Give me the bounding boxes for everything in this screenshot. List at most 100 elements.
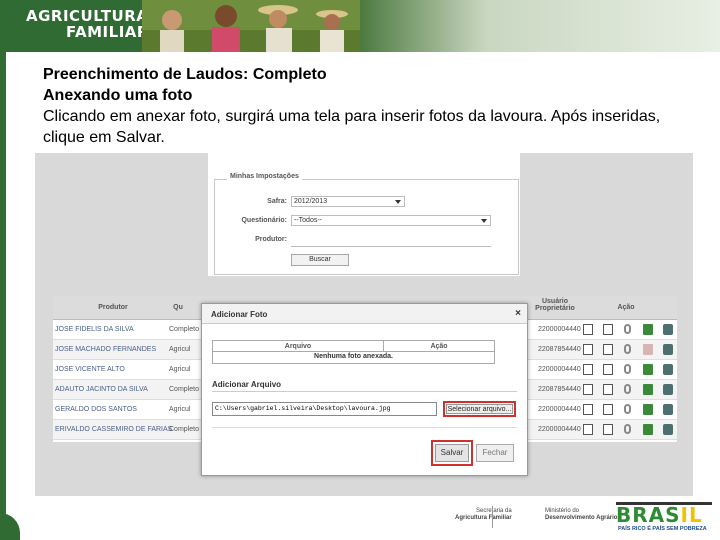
row-questionario: Agricul <box>169 406 191 413</box>
header-acao: Ação <box>617 304 635 311</box>
brasil-tagline: PAÍS RICO É PAÍS SEM POBREZA <box>618 526 707 532</box>
row-usuario: 22087854440 <box>538 386 581 393</box>
bag-icon[interactable] <box>663 384 673 395</box>
slide-body: Clicando em anexar foto, surgirá uma tel… <box>43 108 661 146</box>
corner-tab <box>0 513 20 540</box>
save-button-highlight: Salvar <box>431 440 473 466</box>
ministerio-line-2: Desenvolvimento Agrário <box>545 515 618 521</box>
safra-label: Safra: <box>267 198 287 205</box>
slide-subtitle: Anexando uma foto <box>43 87 193 104</box>
select-file-button-highlight: Selecionar arquivo... <box>443 401 516 417</box>
brasil-word-b: IL <box>680 503 703 527</box>
chevron-down-icon <box>481 219 487 223</box>
row-usuario: 22000004440 <box>538 366 581 373</box>
attach-icon[interactable] <box>624 404 631 414</box>
edit-icon[interactable] <box>603 424 613 435</box>
row-questionario: Completo <box>169 426 199 433</box>
file-path-input[interactable]: C:\Users\gabriel.silveira\Desktop\lavour… <box>212 402 437 416</box>
chevron-down-icon <box>395 200 401 204</box>
select-file-button[interactable]: Selecionar arquivo... <box>446 404 513 414</box>
questionario-select[interactable]: --Todos-- <box>291 215 491 226</box>
buscar-button[interactable]: Buscar <box>291 254 349 266</box>
bag-icon[interactable] <box>663 364 673 375</box>
ministerio-line-1: Ministério do <box>545 508 580 514</box>
questionario-label: Questionário: <box>241 217 287 224</box>
secretaria-line-2: Agricultura Familiar <box>455 515 512 521</box>
logo-line-2: FAMILIAR <box>66 23 149 41</box>
lock-icon[interactable] <box>643 404 653 415</box>
ministerio-logo: Ministério do Desenvolvimento Agrário <box>545 508 617 522</box>
search-fieldset: Minhas Impostações Safra: 2012/2013 Ques… <box>214 173 519 275</box>
left-stripe <box>0 52 6 540</box>
edit-icon[interactable] <box>603 364 613 375</box>
attach-icon[interactable] <box>624 384 631 394</box>
row-questionario: Completo <box>169 386 199 393</box>
farmers-photo <box>142 0 362 52</box>
bag-icon[interactable] <box>663 424 673 435</box>
lock-icon[interactable] <box>643 384 653 395</box>
footer-divider <box>492 506 493 528</box>
slide: AGRICULTURA FAMILIAR Preenchimento de La… <box>0 0 720 540</box>
header-produtor: Produtor <box>98 304 128 311</box>
lock-icon[interactable] <box>643 324 653 335</box>
row-usuario: 22000004440 <box>538 326 581 333</box>
edit-icon[interactable] <box>603 384 613 395</box>
produtor-label: Produtor: <box>255 236 287 243</box>
fieldset-legend: Minhas Impostações <box>227 173 302 180</box>
safra-value: 2012/2013 <box>294 198 328 205</box>
dialog-titlebar: Adicionar Foto × <box>202 304 527 324</box>
edit-icon[interactable] <box>603 404 613 415</box>
intro-text: Preenchimento de Laudos: Completo Anexan… <box>43 64 693 148</box>
col-acao: Ação <box>383 341 494 352</box>
secretaria-line-1: Secretaria da <box>476 508 512 514</box>
brasil-word-a: BRAS <box>616 503 681 527</box>
row-questionario: Agricul <box>169 346 191 353</box>
row-produtor: ADAUTO JACINTO DA SILVA <box>55 386 148 393</box>
row-produtor: JOSE MACHADO FERNANDES <box>55 346 157 353</box>
header-questionario: Qu <box>173 304 183 311</box>
edit-icon[interactable] <box>603 344 613 355</box>
add-file-label: Adicionar Arquivo <box>212 380 282 389</box>
save-button[interactable]: Salvar <box>435 444 469 462</box>
edit-icon[interactable] <box>603 324 613 335</box>
lock-icon[interactable] <box>643 344 653 355</box>
document-icon[interactable] <box>583 364 593 375</box>
document-icon[interactable] <box>583 344 593 355</box>
attach-icon[interactable] <box>624 364 631 374</box>
row-produtor: JOSE VICENTE ALTO <box>55 366 125 373</box>
brasil-wordmark: BRASIL <box>616 505 703 525</box>
attach-icon[interactable] <box>624 424 631 434</box>
header-banner: AGRICULTURA FAMILIAR <box>0 0 720 52</box>
banner-fade <box>360 0 720 52</box>
document-icon[interactable] <box>583 404 593 415</box>
close-button[interactable]: Fechar <box>476 444 514 462</box>
lock-icon[interactable] <box>643 424 653 435</box>
row-usuario: 22000004440 <box>538 426 581 433</box>
document-icon[interactable] <box>583 324 593 335</box>
row-questionario: Agricul <box>169 366 191 373</box>
close-icon[interactable]: × <box>515 308 521 319</box>
row-produtor: GERALDO DOS SANTOS <box>55 406 137 413</box>
logo-line-1: AGRICULTURA <box>26 7 149 25</box>
row-questionario: Completo <box>169 326 199 333</box>
attached-files-table: Arquivo Ação Nenhuma foto anexada. <box>212 340 495 364</box>
bag-icon[interactable] <box>663 344 673 355</box>
attach-icon[interactable] <box>624 344 631 354</box>
row-produtor: JOSE FIDELIS DA SILVA <box>55 326 134 333</box>
document-icon[interactable] <box>583 384 593 395</box>
bag-icon[interactable] <box>663 404 673 415</box>
header-usuario: Usuário Proprietário <box>535 298 575 312</box>
search-panel: Minhas Impostações Safra: 2012/2013 Ques… <box>208 153 520 276</box>
document-icon[interactable] <box>583 424 593 435</box>
safra-select[interactable]: 2012/2013 <box>291 196 405 207</box>
slide-title: Preenchimento de Laudos: Completo <box>43 66 327 83</box>
row-usuario: 22087854440 <box>538 346 581 353</box>
app-screenshot: Minhas Impostações Safra: 2012/2013 Ques… <box>35 153 693 496</box>
bag-icon[interactable] <box>663 324 673 335</box>
row-produtor: ERIVALDO CASSEMIRO DE FARIAS <box>55 426 173 433</box>
produtor-input[interactable] <box>291 246 491 247</box>
attach-icon[interactable] <box>624 324 631 334</box>
lock-icon[interactable] <box>643 364 653 375</box>
secretaria-logo: Secretaria da Agricultura Familiar <box>455 508 512 522</box>
add-photo-dialog: Adicionar Foto × Arquivo Ação Nenhuma fo… <box>201 303 528 476</box>
